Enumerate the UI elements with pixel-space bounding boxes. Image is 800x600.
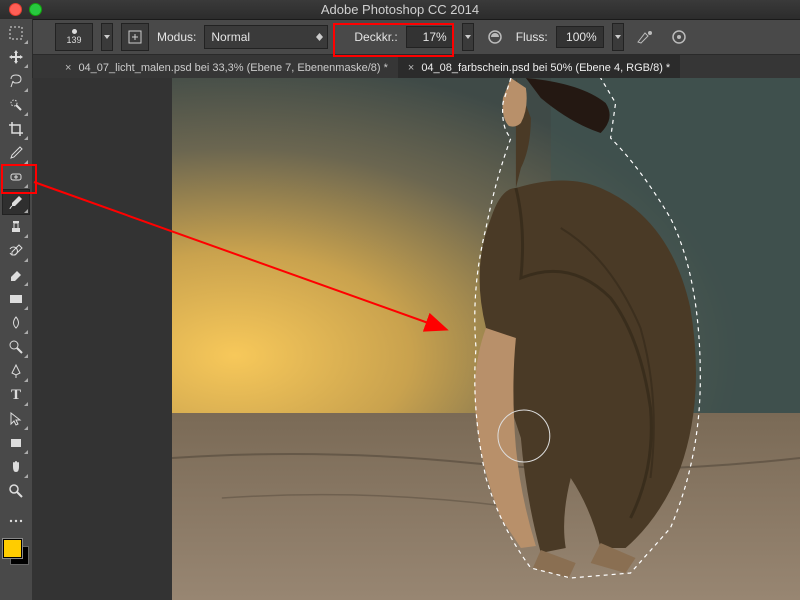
history-brush-tool[interactable] — [3, 239, 29, 263]
move-tool[interactable] — [3, 45, 29, 69]
brush-tool[interactable] — [2, 189, 30, 215]
app-title: Adobe Photoshop CC 2014 — [0, 2, 800, 17]
flow-dropdown[interactable] — [612, 23, 624, 51]
close-tab-icon[interactable]: × — [408, 62, 414, 74]
options-bar: 139 Modus: Normal Deckkr.: 17% Fluss: — [0, 20, 800, 55]
clone-stamp-tool[interactable] — [3, 215, 29, 239]
brush-dot-icon — [72, 29, 77, 34]
brush-size-value: 139 — [66, 35, 81, 45]
quick-select-tool[interactable] — [3, 93, 29, 117]
close-window-button[interactable] — [9, 3, 22, 16]
tab-label: 04_08_farbschein.psd bei 50% (Ebene 4, R… — [421, 62, 670, 74]
blend-mode-select[interactable]: Normal — [204, 25, 328, 49]
opacity-label: Deckkr.: — [354, 30, 397, 44]
gradient-tool[interactable] — [3, 287, 29, 311]
hand-tool[interactable] — [3, 455, 29, 479]
marquee-tool[interactable] — [3, 21, 29, 45]
tools-panel: T — [0, 19, 33, 600]
path-select-tool[interactable] — [3, 407, 29, 431]
eraser-tool[interactable] — [3, 263, 29, 287]
type-tool[interactable]: T — [3, 383, 29, 407]
brush-panel-button[interactable] — [121, 23, 149, 51]
brush-preset-dropdown[interactable] — [101, 23, 113, 51]
canvas-area[interactable] — [32, 78, 800, 600]
opacity-input[interactable]: 17% — [406, 26, 454, 48]
edit-toolbar-button[interactable] — [3, 509, 29, 533]
crop-tool[interactable] — [3, 117, 29, 141]
window-controls — [9, 3, 42, 16]
foreground-color-swatch[interactable] — [3, 539, 22, 558]
color-swatches[interactable] — [3, 539, 29, 565]
pressure-size-button[interactable] — [666, 24, 692, 50]
pressure-opacity-button[interactable] — [482, 24, 508, 50]
airbrush-button[interactable] — [632, 24, 658, 50]
close-tab-icon[interactable]: × — [65, 62, 71, 74]
zoom-tool[interactable] — [3, 479, 29, 503]
document-tab[interactable]: × 04_07_licht_malen.psd bei 33,3% (Ebene… — [55, 55, 398, 80]
flow-input[interactable]: 100% — [556, 26, 604, 48]
titlebar: Adobe Photoshop CC 2014 — [0, 0, 800, 20]
minimize-window-button[interactable] — [29, 3, 42, 16]
brush-preset-picker[interactable]: 139 — [55, 23, 93, 51]
eyedropper-tool[interactable] — [3, 141, 29, 165]
document-image[interactable] — [172, 78, 800, 600]
tab-label: 04_07_licht_malen.psd bei 33,3% (Ebene 7… — [78, 62, 387, 74]
flow-label: Fluss: — [516, 30, 548, 44]
blur-tool[interactable] — [3, 311, 29, 335]
flow-value: 100% — [566, 30, 597, 44]
document-tab[interactable]: × 04_08_farbschein.psd bei 50% (Ebene 4,… — [398, 55, 680, 80]
healing-brush-tool[interactable] — [3, 165, 29, 189]
pen-tool[interactable] — [3, 359, 29, 383]
dodge-tool[interactable] — [3, 335, 29, 359]
rectangle-tool[interactable] — [3, 431, 29, 455]
opacity-dropdown[interactable] — [462, 23, 474, 51]
mode-label: Modus: — [157, 30, 196, 44]
opacity-value: 17% — [423, 30, 447, 44]
lasso-tool[interactable] — [3, 69, 29, 93]
blend-mode-value: Normal — [211, 30, 250, 44]
